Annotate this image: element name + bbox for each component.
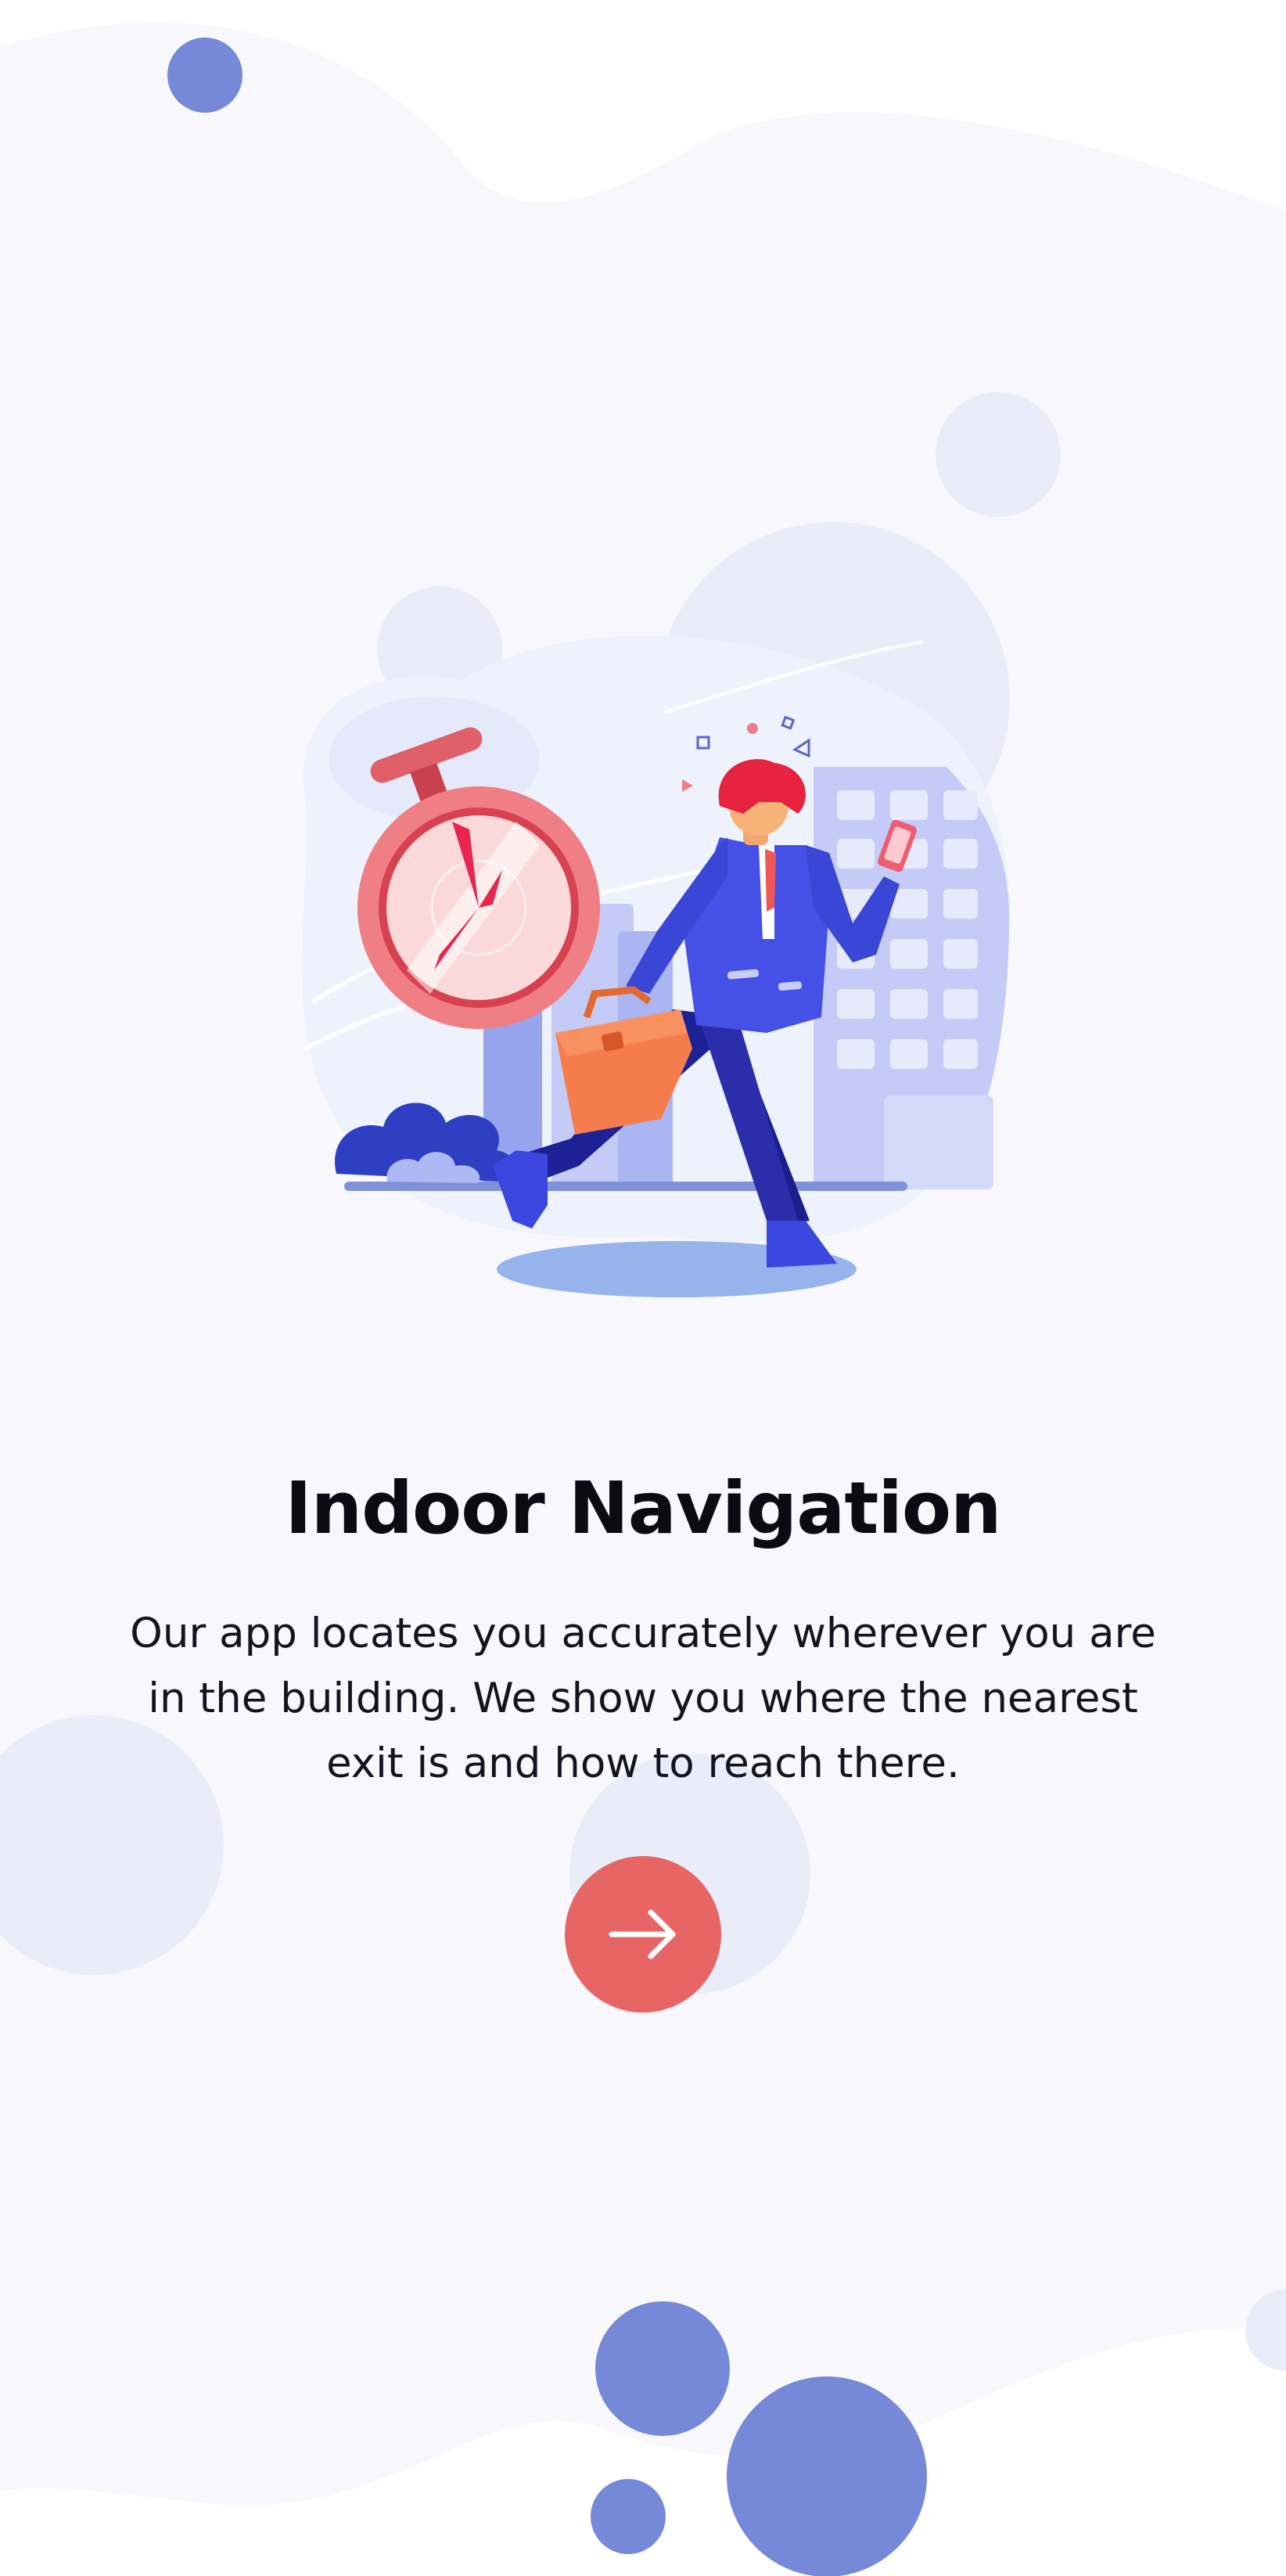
hero-illustration — [302, 635, 1011, 1297]
next-button[interactable] — [565, 1856, 721, 2013]
ground-line — [344, 1182, 907, 1191]
accent-circle — [727, 2376, 927, 2576]
onboarding-description: Our app locates you accurately wherever … — [130, 1610, 1156, 1787]
accent-circle — [595, 2301, 730, 2436]
page-title: Indoor Navigation — [285, 1466, 1001, 1550]
arrow-right-icon — [602, 1894, 684, 1975]
accent-circle — [591, 2479, 666, 2554]
accent-circle — [167, 38, 242, 113]
decor-circle — [936, 392, 1061, 517]
